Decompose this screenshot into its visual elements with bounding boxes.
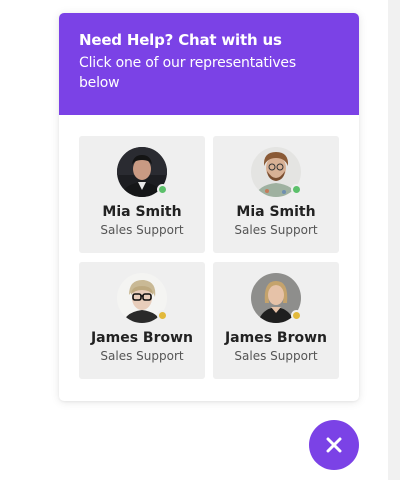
agent-role: Sales Support (234, 223, 318, 237)
close-chat-button[interactable] (309, 420, 359, 470)
chat-widget: Need Help? Chat with us Click one of our… (59, 13, 359, 401)
chat-title: Need Help? Chat with us (79, 31, 282, 49)
agent-name: Mia Smith (102, 204, 182, 220)
online-status-dot (157, 184, 168, 195)
agent-card[interactable]: Mia Smith Sales Support (213, 136, 339, 253)
chat-subtitle: Click one of our representatives below (79, 55, 296, 91)
agent-card[interactable]: James Brown Sales Support (213, 262, 339, 379)
page: Need Help? Chat with us Click one of our… (0, 0, 400, 480)
agents-grid: Mia Smith Sales Support Mia Smith Sales … (79, 136, 339, 379)
agent-card[interactable]: Mia Smith Sales Support (79, 136, 205, 253)
online-status-dot (291, 184, 302, 195)
avatar-wrapper (117, 147, 168, 197)
agent-card[interactable]: James Brown Sales Support (79, 262, 205, 379)
agent-role: Sales Support (100, 223, 184, 237)
agent-name: James Brown (90, 330, 194, 346)
agent-role: Sales Support (100, 349, 184, 363)
agent-name: Mia Smith (236, 204, 316, 220)
agent-role: Sales Support (234, 349, 318, 363)
avatar-wrapper (251, 147, 302, 197)
agent-name: James Brown (224, 330, 328, 346)
chat-header: Need Help? Chat with us Click one of our… (59, 13, 359, 115)
avatar-wrapper (117, 273, 168, 323)
away-status-dot (157, 310, 168, 321)
close-icon (326, 437, 342, 453)
away-status-dot (291, 310, 302, 321)
avatar-wrapper (251, 273, 302, 323)
scrollbar-track[interactable] (388, 0, 400, 480)
